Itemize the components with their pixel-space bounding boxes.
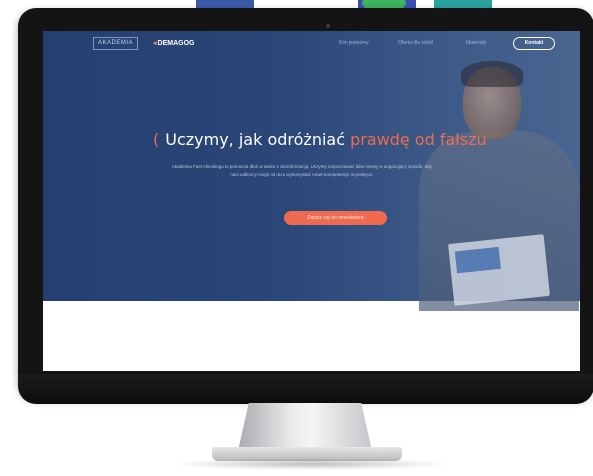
- contact-button[interactable]: Kontakt: [513, 37, 555, 50]
- monitor-chin: [18, 374, 593, 404]
- nav-link-materials[interactable]: Materiały: [466, 40, 486, 47]
- stand-shadow: [170, 458, 450, 470]
- top-navigation: AKADEMIA ◂DEMAGOG Kim jesteśmy Oferta dl…: [43, 31, 580, 57]
- held-card-image: [448, 234, 550, 306]
- headline-bracket: (: [153, 130, 160, 149]
- demagog-logo-text: DEMAGOG: [157, 40, 195, 47]
- akademia-logo[interactable]: AKADEMIA: [93, 37, 139, 50]
- person-hair: [461, 61, 523, 87]
- webcam-dot: [326, 24, 330, 28]
- demagog-logo[interactable]: ◂DEMAGOG: [153, 39, 194, 49]
- headline-prefix: Uczymy, jak odróżniać: [165, 130, 345, 149]
- nav-link-about[interactable]: Kim jesteśmy: [339, 40, 369, 47]
- monitor-stand: [238, 403, 372, 451]
- monitor-screen: AKADEMIA ◂DEMAGOG Kim jesteśmy Oferta dl…: [43, 31, 580, 371]
- hero-headline: ( Uczymy, jak odróżniać prawdę od fałszu: [153, 130, 487, 150]
- hero-description: Akademia Fact-checkingu to pomocna dłoń …: [171, 164, 433, 177]
- newsletter-signup-button[interactable]: Zapisz się do newslettera: [284, 211, 387, 225]
- nav-link-schools-offer[interactable]: Oferta dla szkół: [398, 40, 433, 47]
- demagog-logo-mark-icon: ◂: [153, 40, 157, 47]
- hero-person-photo: [411, 49, 580, 311]
- headline-accent: prawdę od fałszu: [350, 130, 487, 149]
- hero-section: AKADEMIA ◂DEMAGOG Kim jesteśmy Oferta dl…: [43, 31, 580, 311]
- card-graphic: [454, 246, 501, 274]
